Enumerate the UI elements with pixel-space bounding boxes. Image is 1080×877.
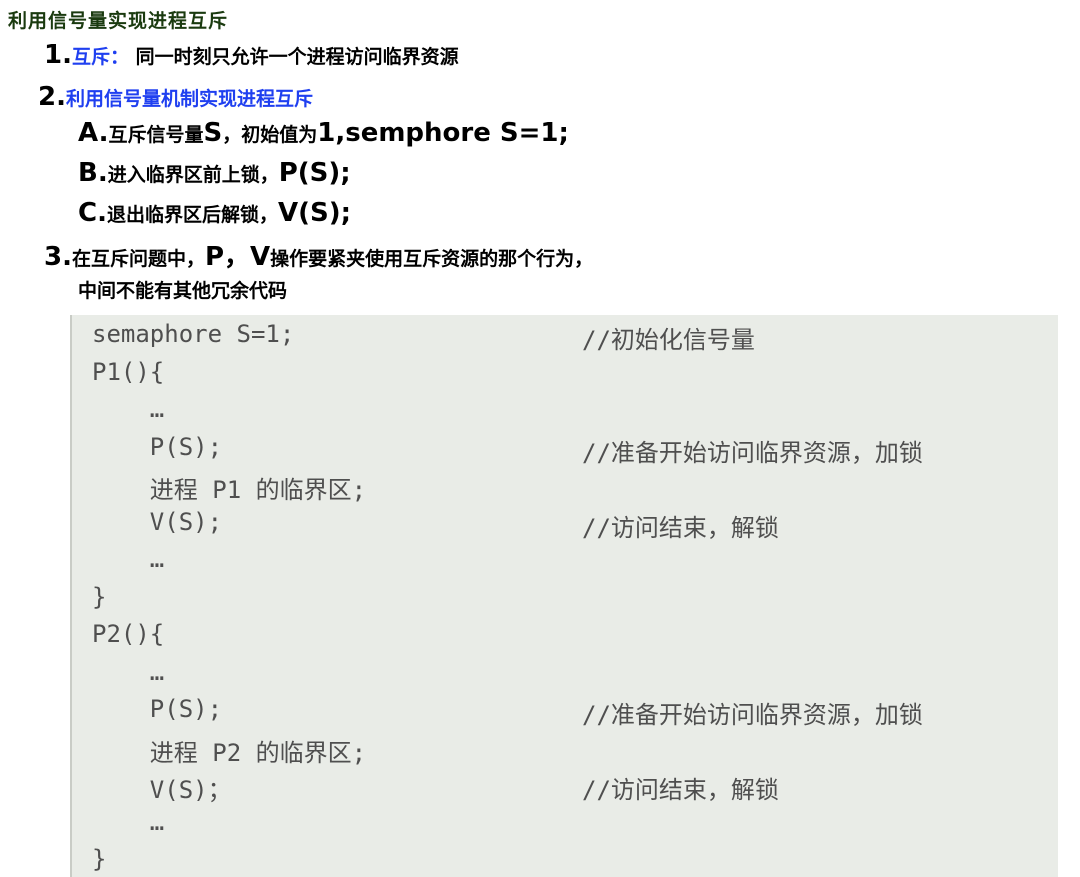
code-line: 进程 P2 的临界区; [92, 738, 367, 767]
sub-point-a-letter: A. [78, 118, 109, 148]
page-title: 利用信号量实现进程互斥 [8, 10, 229, 32]
point-1-number: 1. [44, 40, 72, 70]
code-comment: //访问结束，解锁 [582, 776, 779, 804]
point-3-line2: 中间不能有其他冗余代码 [78, 280, 288, 302]
code-panel: semaphore S=1; //初始化信号量 P1(){ … P(S); //准备开… [70, 315, 1058, 877]
code-comment: //准备开始访问临界资源，加锁 [582, 438, 923, 467]
sub-point-b-letter: B. [78, 158, 108, 188]
sub-point-a-big2: 1,semphore S=1; [317, 118, 569, 148]
code-line: P(S); [92, 432, 223, 461]
point-3-text1: 在互斥问题中， [71, 248, 205, 270]
sub-point-c-letter: C. [78, 198, 107, 228]
sub-point-c-text: 退出临界区后解锁， [106, 204, 278, 226]
code-line: … [92, 545, 165, 573]
sub-point-c-big: V(S); [277, 198, 351, 228]
point-3-number: 3. [44, 242, 72, 272]
code-line: P(S); [92, 695, 223, 723]
point-2-text: 利用信号量机制实现进程互斥 [65, 88, 313, 110]
point-3-text2: 操作要紧夹使用互斥资源的那个行为， [270, 248, 594, 270]
code-line: P2(){ [92, 620, 165, 648]
code-line: V(S); [92, 507, 223, 536]
point-3-big: P，V [204, 242, 271, 272]
code-line: V(S)； [92, 776, 232, 804]
point-1: 1.互斥： 同一时刻只允许一个进程访问临界资源 [44, 40, 459, 70]
sub-point-c: C.退出临界区后解锁，V(S); [78, 198, 351, 228]
point-1-text: 同一时刻只允许一个进程访问临界资源 [135, 46, 459, 68]
sub-point-a-big1: S [203, 118, 223, 148]
sub-point-b: B.进入临界区前上锁，P(S); [78, 158, 351, 188]
code-line: P1(){ [92, 357, 165, 386]
sub-point-b-big: P(S); [278, 158, 351, 188]
code-line: 进程 P1 的临界区; [92, 476, 367, 504]
code-comment: //初始化信号量 [582, 326, 755, 354]
code-comment: //访问结束，解锁 [582, 513, 779, 542]
point-3: 3.在互斥问题中，P，V操作要紧夹使用互斥资源的那个行为， [44, 236, 593, 273]
point-2-number: 2. [38, 82, 66, 112]
point-1-term: 互斥： [71, 46, 129, 68]
sub-point-a-text2: ，初始值为 [222, 124, 318, 146]
sub-point-a-text: 互斥信号量 [108, 124, 204, 146]
code-line: … [92, 807, 165, 836]
point-2: 2.利用信号量机制实现进程互斥 [38, 82, 313, 112]
sub-point-a: A.互斥信号量S，初始值为1,semphore S=1; [78, 118, 569, 148]
code-comment: //准备开始访问临界资源，加锁 [582, 701, 923, 729]
code-line: } [92, 845, 107, 873]
code-line: … [92, 657, 165, 686]
sub-point-b-text: 进入临界区前上锁， [107, 164, 279, 186]
code-line: … [92, 395, 165, 423]
code-line: } [92, 582, 107, 611]
code-line: semaphore S=1; [92, 320, 295, 348]
